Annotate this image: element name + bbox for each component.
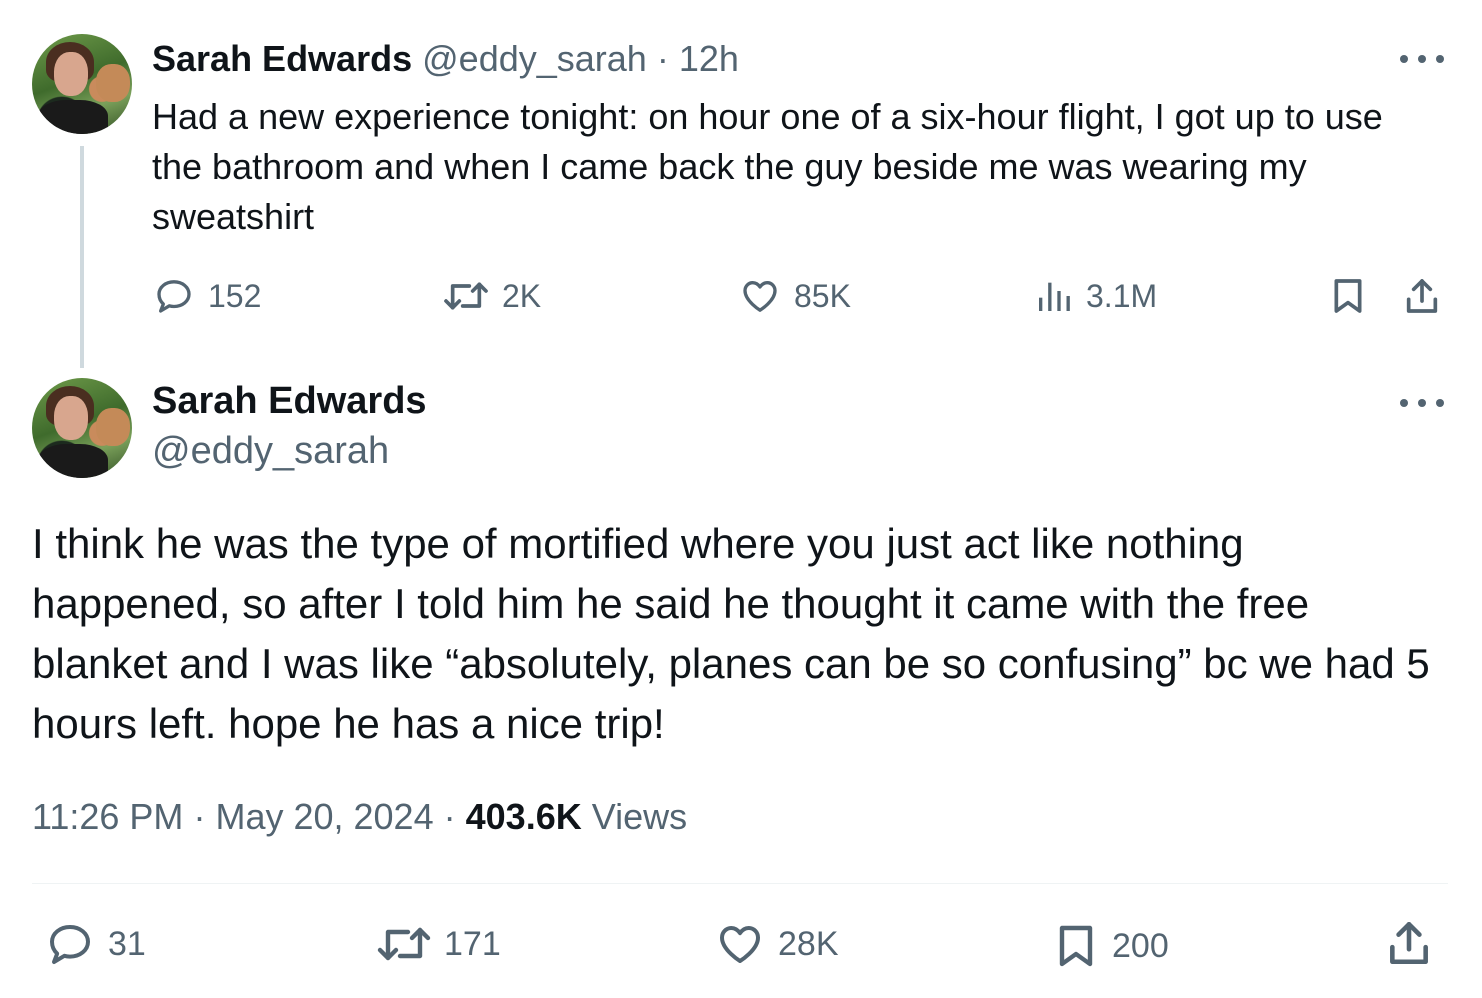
repost-button[interactable]: 2K — [442, 276, 541, 316]
share-upload-icon — [1390, 921, 1428, 965]
like-button[interactable]: 28K — [714, 920, 839, 968]
repost-arrows-icon — [377, 927, 431, 961]
repost-arrows-icon — [444, 282, 488, 310]
reply-button[interactable]: 152 — [152, 276, 261, 316]
author-name[interactable]: Sarah Edwards — [152, 380, 427, 423]
meta-separator: · — [443, 796, 456, 837]
bar-chart-icon — [1039, 282, 1070, 311]
like-button[interactable]: 85K — [738, 276, 851, 316]
avatar-body — [38, 100, 108, 134]
repost-button[interactable]: 171 — [376, 920, 501, 968]
avatar-face — [54, 52, 88, 96]
views-label: Views — [591, 796, 688, 837]
reply-count: 31 — [108, 924, 146, 963]
view-count: 403.6K — [465, 796, 582, 837]
tweet-time[interactable]: 11:26 PM — [32, 796, 183, 837]
avatar-dog — [96, 64, 130, 102]
more-dot — [1418, 55, 1426, 63]
header-separator: · — [656, 38, 669, 79]
more-dot — [1436, 399, 1444, 407]
more-options-button[interactable] — [1400, 52, 1444, 66]
tweet-date[interactable]: May 20, 2024 — [215, 796, 433, 837]
views-count: 3.1M — [1086, 277, 1158, 314]
tweet-time-ago[interactable]: 12h — [679, 38, 739, 79]
repost-count: 171 — [444, 924, 501, 963]
share-upload-icon — [1406, 279, 1438, 313]
meta-separator: · — [193, 796, 206, 837]
like-count: 85K — [794, 277, 851, 314]
author-name[interactable]: Sarah Edwards — [152, 38, 412, 79]
parent-tweet-text: Had a new experience tonight: on hour on… — [152, 96, 1383, 237]
more-dot — [1436, 55, 1444, 63]
more-dot — [1418, 399, 1426, 407]
heart-icon — [743, 281, 777, 312]
heart-icon — [720, 926, 760, 963]
speech-bubble-icon — [157, 280, 191, 313]
avatar-dog — [96, 408, 130, 446]
share-button[interactable] — [1384, 918, 1434, 968]
reply-button[interactable]: 31 — [44, 920, 146, 968]
views-button[interactable]: 3.1M — [1034, 276, 1157, 316]
divider — [32, 883, 1448, 884]
bookmark-count: 200 — [1112, 926, 1169, 965]
main-tweet-text: I think he was the type of mortified whe… — [32, 520, 1430, 747]
reply-count: 152 — [208, 277, 262, 314]
more-dot — [1400, 55, 1408, 63]
avatar[interactable] — [32, 34, 132, 134]
bookmark-icon — [1059, 925, 1093, 967]
avatar-face — [54, 396, 88, 440]
parent-tweet-header: Sarah Edwards @eddy_sarah · 12h — [152, 38, 739, 80]
share-button[interactable] — [1402, 276, 1442, 316]
bookmark-icon — [1334, 279, 1362, 313]
bookmark-button[interactable]: 200 — [1052, 920, 1169, 972]
more-dot — [1400, 399, 1408, 407]
bookmark-button[interactable] — [1328, 276, 1368, 316]
more-options-button[interactable] — [1400, 396, 1444, 410]
repost-count: 2K — [502, 277, 542, 314]
like-count: 28K — [778, 924, 839, 963]
author-handle[interactable]: @eddy_sarah — [152, 430, 389, 473]
speech-bubble-icon — [50, 925, 90, 964]
author-handle[interactable]: @eddy_sarah — [422, 38, 647, 79]
tweet-meta: 11:26 PM · May 20, 2024 · 403.6K Views — [32, 796, 687, 838]
avatar-body — [38, 444, 108, 478]
thread-connector-line — [80, 146, 84, 368]
avatar[interactable] — [32, 378, 132, 478]
